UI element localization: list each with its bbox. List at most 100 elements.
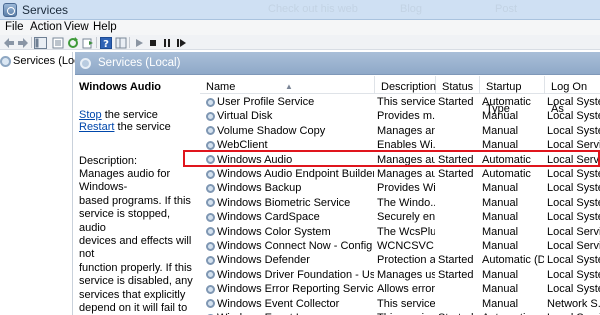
table-row[interactable]: Windows Error Reporting Service Allows er… — [200, 282, 600, 296]
service-startup-type-cell: Manual — [482, 240, 519, 252]
service-log-on-as-cell: Local Syste — [547, 254, 600, 267]
restart-service-link[interactable]: Restart — [79, 121, 114, 133]
table-row[interactable]: Volume Shadow Copy Manages an... Manual Loc… — [200, 124, 600, 138]
gear-icon — [206, 270, 215, 280]
service-startup-type-cell: Automatic — [482, 96, 531, 108]
pause-icon[interactable] — [160, 36, 173, 49]
description-line: devices and effects will not — [79, 235, 192, 261]
stop-icon[interactable] — [146, 36, 159, 49]
menu-view[interactable]: View — [64, 21, 89, 33]
menu-file[interactable]: File — [5, 21, 24, 33]
service-name-text: Windows CardSpace — [217, 211, 320, 224]
gear-icon — [206, 284, 215, 294]
back-icon[interactable] — [2, 36, 15, 49]
view-icon[interactable] — [114, 36, 127, 49]
description-line: based programs. If this — [79, 194, 191, 207]
table-row[interactable]: Windows Driver Foundation - User-m...Man… — [200, 268, 600, 282]
gear-icon — [206, 126, 215, 136]
description-line: depend on it will fail to start — [79, 302, 188, 315]
properties-icon[interactable] — [51, 36, 64, 49]
service-name-cell: User Profile Service — [206, 95, 374, 109]
service-name-cell: Windows Color System — [206, 225, 374, 239]
service-description-cell: Allows error... — [377, 283, 435, 296]
service-startup-type-cell: Automatic (D... — [482, 254, 544, 267]
table-row[interactable]: Windows Defender Protection a...Started Au… — [200, 253, 600, 267]
service-status-cell: Started — [438, 96, 474, 108]
service-startup-type-cell: Manual — [482, 283, 519, 296]
table-row[interactable]: Windows Backup Provides Wi... Manual Local … — [200, 181, 600, 195]
service-status-cell — [438, 282, 480, 296]
play-icon[interactable] — [132, 36, 145, 49]
menu-help[interactable]: Help — [93, 21, 117, 33]
service-description: Manages audio for Windows- based program… — [79, 168, 197, 315]
table-row[interactable]: Windows Event Collector This service ... M… — [200, 297, 600, 311]
column-header-label: Name — [206, 81, 236, 93]
forward-icon[interactable] — [16, 36, 29, 49]
service-log-on-as-cell: Local Servi — [547, 240, 600, 252]
table-row[interactable]: Virtual Disk Provides m... Manual Local Sys… — [200, 109, 600, 123]
panel-header: Services (Local) — [75, 52, 600, 75]
service-name-text: Windows Defender — [217, 254, 310, 267]
service-description-cell: Manages au... — [377, 168, 435, 180]
table-row[interactable]: Windows Biometric Service The Windo... Man… — [200, 196, 600, 210]
service-description-cell: Provides Wi... — [377, 182, 435, 195]
service-name-text: Windows Biometric Service — [217, 196, 351, 209]
service-startup-type-cell: Manual — [482, 182, 519, 195]
service-description-cell: This service ... — [377, 96, 435, 108]
selection-highlight — [183, 150, 600, 167]
table-row[interactable]: Windows Color System The WcsPlu... Manual L… — [200, 225, 600, 239]
service-log-on-as-cell: Local Syste — [547, 124, 600, 137]
service-name-cell: Virtual Disk — [206, 109, 374, 123]
service-log-on-as-cell: Local Syste — [547, 182, 600, 195]
service-name-text: Windows Error Reporting Service — [217, 283, 374, 296]
table-row[interactable]: Windows Event Log This service ...Started… — [200, 311, 600, 315]
service-description-cell: Securely en... — [377, 211, 435, 224]
table-row[interactable]: User Profile Service This service ...Star… — [200, 95, 600, 109]
resume-icon[interactable] — [174, 36, 187, 49]
gear-icon — [206, 241, 215, 251]
refresh-icon[interactable] — [66, 36, 79, 49]
table-row[interactable]: Windows CardSpace Securely en... Manual Loc… — [200, 210, 600, 224]
show-hide-tree-icon[interactable] — [34, 36, 47, 49]
stop-service-link[interactable]: Stop — [79, 109, 102, 121]
window-title: Services — [22, 3, 69, 17]
service-log-on-as-cell: Local Syste — [547, 283, 600, 296]
menu-action[interactable]: Action — [30, 21, 62, 33]
service-status-cell — [438, 210, 480, 224]
service-name-cell: Windows Error Reporting Service — [206, 282, 374, 296]
export-icon[interactable] — [81, 36, 94, 49]
service-status-cell — [438, 124, 480, 138]
service-log-on-as-cell: Local Syste — [547, 268, 600, 281]
service-name-text: Virtual Disk — [217, 110, 273, 123]
column-header-name[interactable]: ▲ Name — [200, 76, 375, 93]
gear-icon — [206, 140, 215, 150]
service-startup-type-cell: Automatic — [482, 311, 544, 315]
column-header-label: Description — [381, 81, 437, 93]
gear-icon — [206, 97, 215, 107]
service-startup-type-cell: Manual — [482, 268, 519, 281]
gear-icon — [206, 198, 215, 208]
service-status-cell — [438, 196, 480, 210]
column-header-startup-type[interactable]: Startup Type — [480, 76, 545, 115]
service-startup-type-cell: Manual — [482, 211, 519, 224]
title-bar: Services Check out his web Blog Post — [0, 0, 600, 20]
column-header-log-on-as[interactable]: Log On As — [545, 76, 600, 115]
ghost-tab: Check out his web — [268, 3, 358, 15]
service-name-cell: Windows Event Log — [206, 311, 374, 315]
stop-action: Stop the service — [79, 109, 158, 121]
table-row[interactable]: Windows Connect Now - Config Regis...WCN… — [200, 239, 600, 253]
services-list: ▲ Name Description Status Startup Type L… — [200, 76, 600, 315]
service-description-cell: This service ... — [377, 297, 435, 310]
service-details-pane: Windows Audio Stop the service Restart t… — [75, 76, 198, 315]
service-log-on-as-cell: Local Syste — [547, 168, 600, 180]
service-name-cell: Windows Biometric Service — [206, 196, 374, 210]
help-icon[interactable]: ? — [99, 36, 112, 49]
service-status-cell: Started — [438, 254, 474, 267]
column-header-description[interactable]: Description — [375, 76, 436, 93]
column-header-status[interactable]: Status — [436, 76, 480, 93]
table-row[interactable]: Windows Audio Endpoint Builder Manages au… — [200, 167, 600, 181]
service-name-cell: Windows Backup — [206, 181, 374, 195]
service-status-cell — [438, 239, 480, 253]
description-line: function properly. If this — [79, 261, 192, 274]
restart-action-suffix: the service — [114, 121, 171, 133]
